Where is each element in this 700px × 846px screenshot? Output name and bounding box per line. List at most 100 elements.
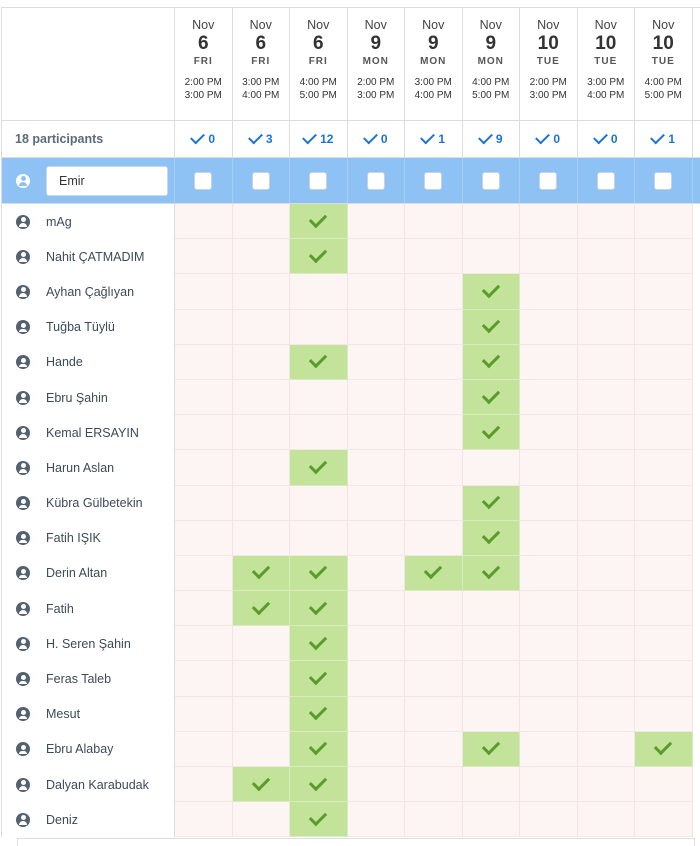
slot-checkbox[interactable]	[309, 171, 328, 190]
vote-empty-cell	[347, 344, 405, 380]
vote-empty-cell	[405, 591, 463, 627]
vote-empty-cell	[405, 661, 463, 697]
vote-empty-cell	[290, 485, 348, 521]
participant-name: Mesut	[46, 707, 81, 722]
check-icon	[251, 772, 270, 791]
vote-empty-cell	[635, 485, 693, 521]
vote-empty-cell	[462, 450, 520, 486]
vote-empty-cell	[635, 450, 693, 486]
check-icon	[481, 490, 500, 510]
vote-empty-cell	[405, 731, 463, 767]
slot-checkbox[interactable]	[539, 171, 558, 190]
vote-empty-cell	[577, 802, 635, 838]
vote-yes-cell	[405, 555, 463, 592]
user-circle-icon	[16, 636, 30, 651]
slot-weekday: MON	[477, 56, 504, 67]
vote-empty-cell	[520, 450, 578, 486]
vote-empty-cell	[635, 204, 693, 240]
vote-empty-cell	[232, 696, 290, 732]
slot-day: 10	[652, 33, 674, 54]
vote-empty-cell	[347, 450, 405, 486]
slot-start-time: 3:00 PM	[414, 77, 452, 88]
vote-empty-cell	[347, 204, 405, 240]
vote-empty-cell	[520, 379, 578, 416]
vote-empty-cell	[462, 661, 520, 697]
vote-empty-cell	[635, 239, 693, 275]
slot-day: 9	[427, 33, 439, 54]
slot-checkbox[interactable]	[481, 171, 500, 190]
check-icon	[190, 129, 206, 145]
participant-name: Hande	[46, 355, 83, 370]
vote-yes-cell	[290, 239, 348, 275]
vote-empty-cell	[232, 626, 290, 662]
vote-empty-cell	[175, 696, 233, 732]
slot-month: Nov	[192, 18, 215, 32]
vote-empty-cell	[520, 802, 578, 838]
check-icon	[362, 129, 378, 145]
vote-empty-cell	[462, 696, 520, 732]
vote-empty-cell	[405, 239, 463, 275]
vote-count-value: 0	[208, 132, 216, 146]
vote-yes-cell	[290, 802, 348, 838]
vote-empty-cell	[635, 274, 693, 310]
vote-empty-cell	[520, 555, 578, 592]
vote-empty-cell	[232, 239, 290, 275]
slot-checkbox[interactable]	[596, 171, 615, 190]
check-icon	[592, 129, 608, 145]
user-circle-icon	[16, 742, 30, 757]
vote-empty-cell	[520, 239, 578, 275]
vote-empty-cell	[347, 696, 405, 732]
check-icon	[302, 129, 317, 145]
vote-count-value: 9	[495, 132, 503, 146]
slot-checkbox[interactable]	[366, 171, 385, 190]
vote-empty-cell	[175, 415, 233, 451]
vote-empty-cell	[520, 626, 578, 662]
new-participant-name-cell	[2, 158, 175, 203]
check-icon	[481, 420, 500, 439]
participant-name-cell: Fatih	[2, 591, 175, 627]
check-icon	[477, 129, 493, 145]
check-icon	[309, 807, 328, 826]
check-icon	[309, 772, 328, 791]
vote-empty-cell	[405, 204, 463, 240]
participant-name: Feras Taleb	[46, 672, 112, 687]
vote-empty-cell	[577, 379, 635, 416]
slot-header: Nov 6 FRI 4:00 PM 5:00 PM	[290, 8, 348, 120]
slot-checkbox[interactable]	[424, 171, 443, 190]
slot-day: 6	[197, 33, 209, 54]
participant-name-input[interactable]	[46, 165, 168, 196]
slot-checkbox[interactable]	[251, 171, 270, 190]
slot-checkbox[interactable]	[194, 171, 213, 190]
vote-empty-cell	[175, 661, 233, 697]
vote-yes-cell	[232, 591, 290, 627]
slot-vote-count: 0	[520, 121, 578, 157]
vote-empty-cell	[577, 239, 635, 275]
check-icon	[309, 244, 328, 263]
check-icon	[535, 129, 551, 145]
vote-empty-cell	[175, 485, 233, 521]
vote-empty-cell	[405, 450, 463, 486]
vote-empty-cell	[232, 450, 290, 486]
vote-empty-cell	[347, 661, 405, 697]
date-header-row: Nov 6 FRI 2:00 PM 3:00 PM Nov 6 FRI 3:00 PM 4:00 …	[2, 8, 700, 121]
participant-row: Kübra Gülbetekin	[2, 485, 700, 521]
check-icon	[420, 129, 436, 145]
user-circle-icon	[16, 173, 30, 188]
vote-empty-cell	[175, 204, 233, 240]
vote-empty-cell	[175, 802, 233, 838]
vote-empty-cell	[635, 802, 693, 838]
vote-empty-cell	[462, 239, 520, 275]
vote-empty-cell	[232, 485, 290, 521]
slot-vote-count: 0	[348, 121, 405, 157]
slot-checkbox[interactable]	[654, 171, 673, 190]
vote-empty-cell	[520, 415, 578, 451]
vote-empty-cell	[405, 274, 463, 310]
vote-empty-cell	[462, 802, 520, 838]
slot-checkbox-cell	[405, 158, 463, 203]
vote-yes-cell	[232, 555, 290, 592]
slot-vote-count: 12	[290, 121, 348, 157]
vote-empty-cell	[577, 485, 635, 521]
vote-empty-cell	[577, 731, 635, 767]
slot-vote-count: 0	[175, 121, 233, 157]
vote-yes-cell	[462, 415, 520, 451]
